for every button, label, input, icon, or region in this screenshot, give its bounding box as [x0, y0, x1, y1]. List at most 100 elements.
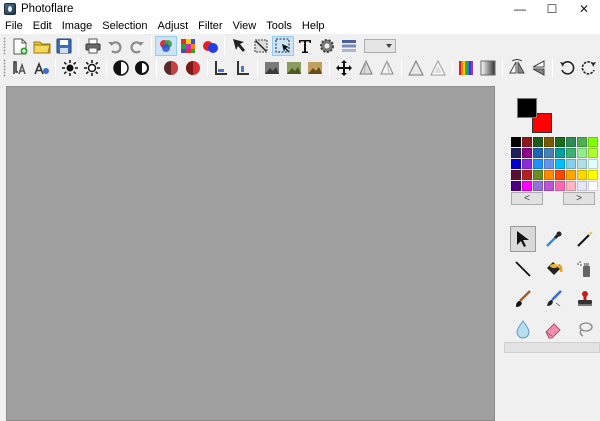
toolbar-grip[interactable]: [3, 59, 6, 77]
redo-icon[interactable]: [126, 36, 148, 56]
blur-drop-tool-icon[interactable]: [510, 316, 536, 342]
palette-prev-button[interactable]: <: [511, 192, 543, 205]
palette-swatch[interactable]: [577, 170, 587, 180]
palette-swatch[interactable]: [555, 159, 565, 169]
gradient-icon[interactable]: [477, 58, 499, 78]
palette-swatch[interactable]: [522, 159, 532, 169]
palette-swatch[interactable]: [588, 181, 598, 191]
minimize-button[interactable]: —: [504, 0, 536, 17]
brightness-up-icon[interactable]: [59, 58, 81, 78]
balls-icon[interactable]: [199, 36, 221, 56]
cone-icon[interactable]: [355, 58, 377, 78]
undo-icon[interactable]: [104, 36, 126, 56]
zoom-combo[interactable]: [364, 39, 396, 53]
palette-swatch[interactable]: [566, 137, 576, 147]
toolbar-grip[interactable]: [3, 37, 6, 55]
align-left-icon[interactable]: [211, 58, 233, 78]
crop-icon[interactable]: [250, 36, 272, 56]
menu-file[interactable]: File: [3, 20, 27, 32]
layers-icon[interactable]: [338, 36, 360, 56]
palette-swatch[interactable]: [533, 159, 543, 169]
landscape-dark-icon[interactable]: [261, 58, 283, 78]
palette-swatch[interactable]: [555, 148, 565, 158]
smudge-brush-tool-icon[interactable]: [541, 286, 567, 312]
palette-swatch[interactable]: [511, 170, 521, 180]
palette-swatch[interactable]: [555, 181, 565, 191]
palette-swatch[interactable]: [566, 181, 576, 191]
print-icon[interactable]: [82, 36, 104, 56]
open-folder-icon[interactable]: [31, 36, 53, 56]
palette-swatch[interactable]: [511, 159, 521, 169]
lasso-tool-icon[interactable]: [572, 316, 598, 342]
palette-swatch[interactable]: [588, 137, 598, 147]
menu-tools[interactable]: Tools: [264, 20, 296, 32]
palette-swatch[interactable]: [533, 181, 543, 191]
palette-swatch[interactable]: [577, 148, 587, 158]
palette-swatch[interactable]: [522, 181, 532, 191]
line-tool-icon[interactable]: [510, 256, 536, 282]
text-sharpen-icon[interactable]: [9, 58, 31, 78]
color-filter-icon[interactable]: [155, 36, 177, 56]
landscape-green-icon[interactable]: [283, 58, 305, 78]
rainbow-icon[interactable]: [456, 58, 478, 78]
palette-swatch[interactable]: [522, 170, 532, 180]
cone-outline-icon[interactable]: [377, 58, 399, 78]
palette-swatch[interactable]: [511, 137, 521, 147]
settings-icon[interactable]: [316, 36, 338, 56]
palette-swatch[interactable]: [533, 137, 543, 147]
rotate-left-icon[interactable]: [556, 58, 578, 78]
paint-bucket-tool-icon[interactable]: [541, 256, 567, 282]
palette-swatch[interactable]: [566, 148, 576, 158]
flip-horizontal-icon[interactable]: [506, 58, 528, 78]
palette-next-button[interactable]: >: [563, 192, 595, 205]
spray-can-tool-icon[interactable]: [572, 256, 598, 282]
menu-edit[interactable]: Edit: [31, 20, 56, 32]
palette-swatch[interactable]: [566, 170, 576, 180]
flip-vertical-icon[interactable]: [528, 58, 550, 78]
selection-arrow-icon[interactable]: [228, 36, 250, 56]
invert-icon[interactable]: [131, 58, 153, 78]
save-icon[interactable]: [53, 36, 75, 56]
palette-swatch[interactable]: [544, 159, 554, 169]
menu-filter[interactable]: Filter: [196, 20, 226, 32]
foreground-color-swatch[interactable]: [517, 98, 537, 118]
menu-adjust[interactable]: Adjust: [156, 20, 193, 32]
palette-swatch[interactable]: [511, 181, 521, 191]
palette-swatch[interactable]: [588, 170, 598, 180]
mosaic-icon[interactable]: [177, 36, 199, 56]
text-icon[interactable]: [294, 36, 316, 56]
rotate-right-icon[interactable]: [578, 58, 600, 78]
paint-brush-tool-icon[interactable]: [510, 286, 536, 312]
magic-wand-tool-icon[interactable]: [572, 226, 598, 252]
palette-swatch[interactable]: [533, 170, 543, 180]
eraser-tool-icon[interactable]: [541, 316, 567, 342]
triangle-outline-icon[interactable]: [427, 58, 449, 78]
palette-swatch[interactable]: [577, 181, 587, 191]
contrast-icon[interactable]: [110, 58, 132, 78]
palette-swatch[interactable]: [544, 137, 554, 147]
move-icon[interactable]: [333, 58, 355, 78]
image-canvas-workspace[interactable]: [6, 86, 495, 421]
palette-swatch[interactable]: [566, 159, 576, 169]
stamp-tool-icon[interactable]: [572, 286, 598, 312]
landscape-light-icon[interactable]: [304, 58, 326, 78]
palette-swatch[interactable]: [511, 148, 521, 158]
close-button[interactable]: ✕: [568, 0, 600, 17]
sphere-dark-icon[interactable]: [160, 58, 182, 78]
menu-view[interactable]: View: [231, 20, 261, 32]
palette-swatch[interactable]: [533, 148, 543, 158]
triangle-icon[interactable]: [405, 58, 427, 78]
palette-swatch[interactable]: [577, 159, 587, 169]
pointer-tool-icon[interactable]: [510, 226, 536, 252]
menu-selection[interactable]: Selection: [100, 20, 151, 32]
sphere-red-icon[interactable]: [182, 58, 204, 78]
palette-swatch[interactable]: [588, 148, 598, 158]
palette-swatch[interactable]: [522, 137, 532, 147]
palette-swatch[interactable]: [555, 170, 565, 180]
menu-image[interactable]: Image: [60, 20, 97, 32]
brightness-down-icon[interactable]: [81, 58, 103, 78]
color-picker-tool-icon[interactable]: [541, 226, 567, 252]
palette-swatch[interactable]: [544, 181, 554, 191]
maximize-button[interactable]: ☐: [536, 0, 568, 17]
menu-help[interactable]: Help: [300, 20, 329, 32]
